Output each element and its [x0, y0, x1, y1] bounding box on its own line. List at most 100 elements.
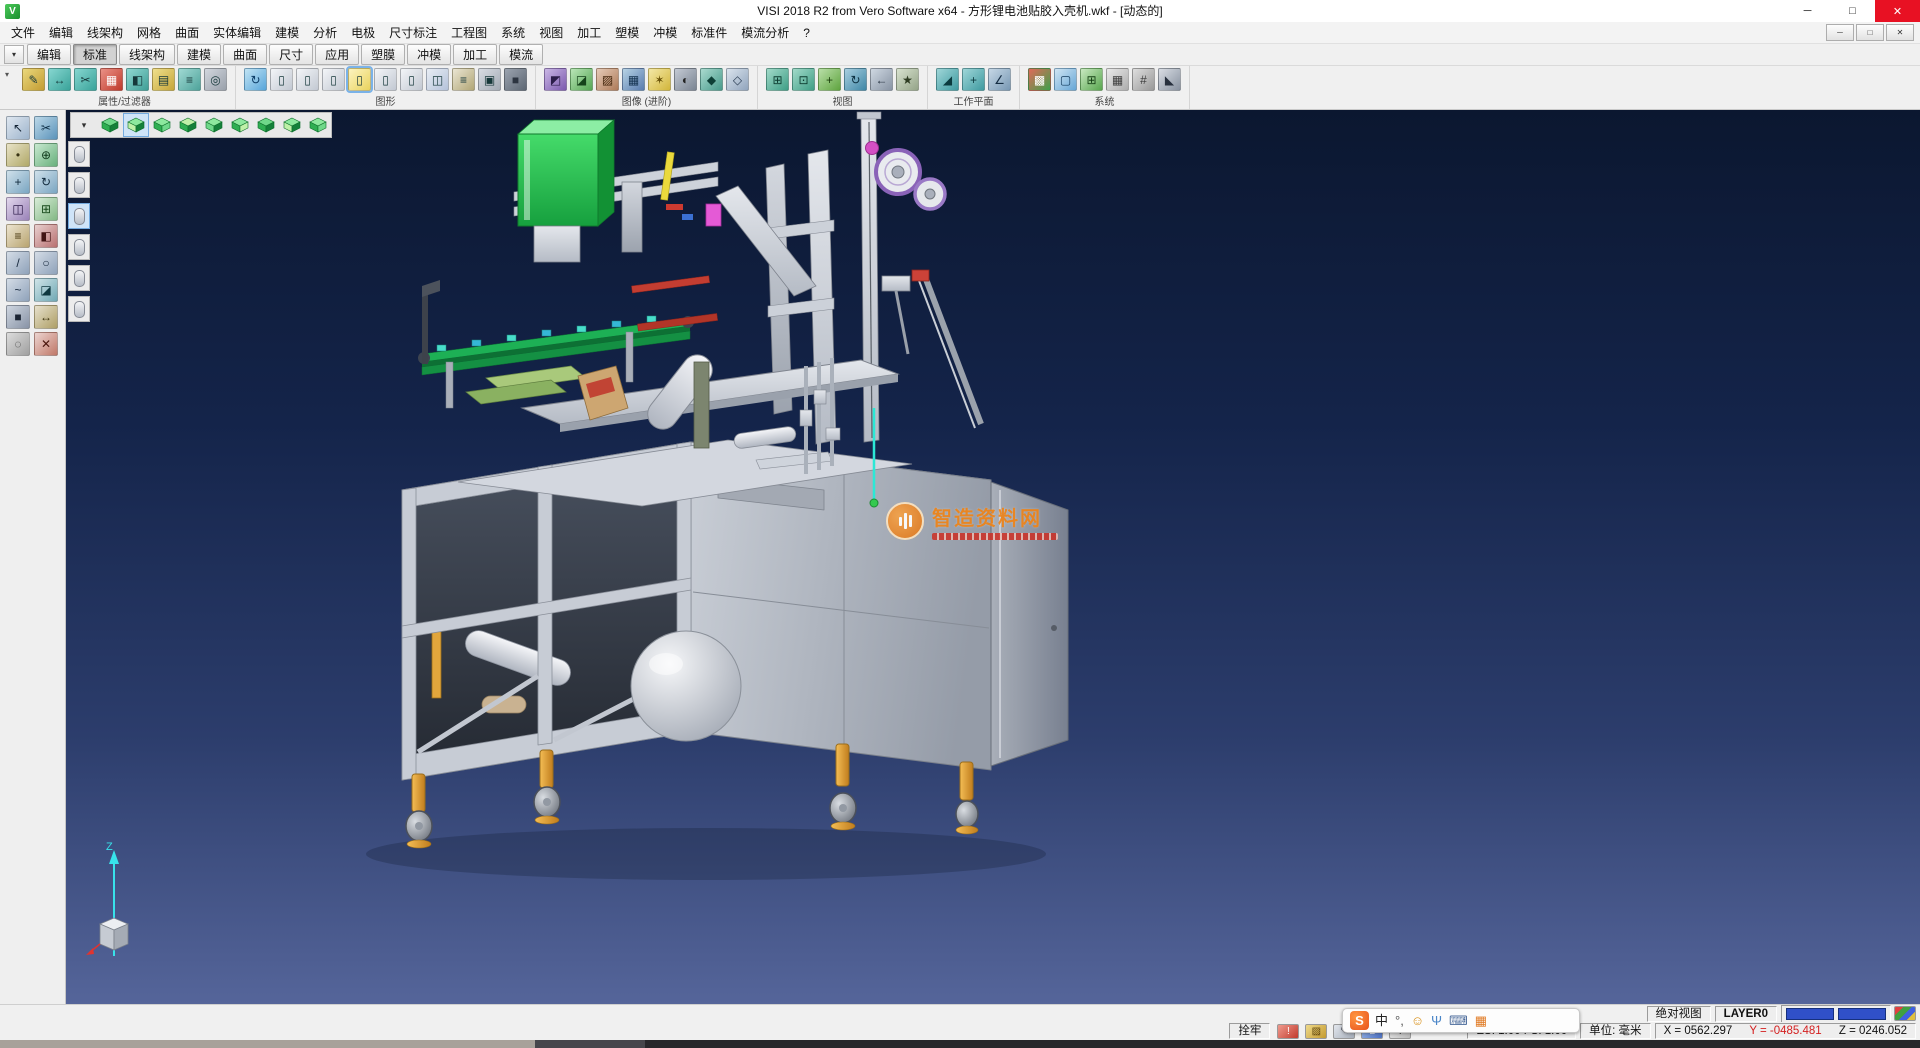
stack-icon[interactable]: ≡	[452, 68, 475, 91]
view-top-icon[interactable]	[124, 114, 148, 136]
view-front-icon[interactable]	[150, 114, 174, 136]
sogou-logo-icon[interactable]: S	[1350, 1011, 1369, 1030]
menu-item-9[interactable]: 尺寸标注	[382, 22, 444, 43]
tab-5[interactable]: 尺寸	[269, 44, 313, 65]
filter-cut-icon[interactable]: ✂	[74, 68, 97, 91]
tab-10[interactable]: 模流	[499, 44, 543, 65]
texture-icon[interactable]: ▦	[622, 68, 645, 91]
filter-yellow-icon[interactable]: ▤	[152, 68, 175, 91]
select-body-icon[interactable]	[68, 234, 90, 260]
menu-item-6[interactable]: 建模	[268, 22, 306, 43]
minimize-button[interactable]: ─	[1785, 0, 1830, 22]
ime-emoji-icon[interactable]: ☺	[1411, 1014, 1424, 1027]
color-swatches[interactable]	[1781, 1005, 1891, 1023]
menu-item-10[interactable]: 工程图	[444, 22, 494, 43]
trim-icon[interactable]: ✂	[34, 116, 58, 140]
ime-mic-icon[interactable]: Ψ	[1431, 1014, 1442, 1027]
rotate-icon[interactable]: ↻	[34, 170, 58, 194]
array-icon[interactable]: ⊞	[34, 197, 58, 221]
mdi-close-button[interactable]: ✕	[1886, 24, 1914, 41]
select-all-icon[interactable]	[68, 296, 90, 322]
capsule-3-icon[interactable]: ▯	[322, 68, 345, 91]
tab-8[interactable]: 冲模	[407, 44, 451, 65]
tab-1[interactable]: 标准	[73, 44, 117, 65]
view-mode-label[interactable]: 绝对视图	[1647, 1006, 1711, 1022]
menu-item-18[interactable]: ?	[796, 24, 817, 42]
toolbar-overflow-button[interactable]: ▾	[0, 66, 14, 109]
select-face-icon[interactable]	[68, 203, 90, 229]
section-icon[interactable]: ◆	[700, 68, 723, 91]
menu-item-3[interactable]: 网格	[130, 22, 168, 43]
monitor-icon[interactable]: ▢	[1054, 68, 1077, 91]
mdi-minimize-button[interactable]: ─	[1826, 24, 1854, 41]
view-iso-icon[interactable]	[98, 114, 122, 136]
solid-icon[interactable]: ■	[6, 305, 30, 329]
redraw-icon[interactable]: ★	[896, 68, 919, 91]
box-light-icon[interactable]: ▣	[478, 68, 501, 91]
menu-item-16[interactable]: 标准件	[684, 22, 734, 43]
maximize-button[interactable]: □	[1830, 0, 1875, 22]
box-dark-icon[interactable]: ■	[504, 68, 527, 91]
shade-purple-icon[interactable]: ◩	[544, 68, 567, 91]
view-right-icon[interactable]	[228, 114, 252, 136]
capsule-active-icon[interactable]: ▯	[348, 68, 371, 91]
select-edge-icon[interactable]	[68, 172, 90, 198]
mdi-restore-button[interactable]: □	[1856, 24, 1884, 41]
paint-icon[interactable]: ◧	[34, 224, 58, 248]
menu-item-12[interactable]: 视图	[532, 22, 570, 43]
capsule-5-icon[interactable]: ▯	[400, 68, 423, 91]
tab-6[interactable]: 应用	[315, 44, 359, 65]
capsule-4-icon[interactable]: ▯	[374, 68, 397, 91]
filter-settings-icon[interactable]: ◎	[204, 68, 227, 91]
layer-color-swatch-2[interactable]	[1838, 1008, 1886, 1020]
menu-item-11[interactable]: 系统	[494, 22, 532, 43]
filter-element-icon[interactable]: ◧	[126, 68, 149, 91]
tab-overflow-button[interactable]: ▾	[4, 45, 24, 64]
palette-icon[interactable]: ▩	[1028, 68, 1051, 91]
workplane-icon[interactable]: ◢	[936, 68, 959, 91]
circle-icon[interactable]: ○	[34, 251, 58, 275]
grid-green-icon[interactable]: ⊞	[1080, 68, 1103, 91]
layers-icon[interactable]: ≡	[6, 224, 30, 248]
capsule-1-icon[interactable]: ▯	[270, 68, 293, 91]
filter-red-icon[interactable]: ▦	[100, 68, 123, 91]
select-vertex-icon[interactable]	[68, 141, 90, 167]
workplane-angle-icon[interactable]: ∠	[988, 68, 1011, 91]
shadow-icon[interactable]: ◐	[674, 68, 697, 91]
close-button[interactable]: ✕	[1875, 0, 1920, 22]
point-icon[interactable]: •	[6, 143, 30, 167]
zoom-window-icon[interactable]: ⊡	[792, 68, 815, 91]
status-palette-icon[interactable]: ▨	[1305, 1024, 1327, 1039]
ime-mode-icon[interactable]: 中	[1375, 1014, 1388, 1027]
workplane-new-icon[interactable]: +	[962, 68, 985, 91]
zoom-all-icon[interactable]: ⊞	[766, 68, 789, 91]
status-warn-icon[interactable]: !	[1277, 1024, 1299, 1039]
display-color-icon[interactable]	[1894, 1006, 1916, 1021]
line-icon[interactable]: /	[6, 251, 30, 275]
capsule-marked-icon[interactable]: ◫	[426, 68, 449, 91]
view-bottom-icon[interactable]	[254, 114, 278, 136]
attribute-edit-icon[interactable]: ✎	[22, 68, 45, 91]
ime-toolbox-icon[interactable]: ▦	[1475, 1014, 1487, 1027]
select-arrow-icon[interactable]: ↖	[6, 116, 30, 140]
ime-keyboard-icon[interactable]: ⌨	[1449, 1014, 1468, 1027]
active-layer-label[interactable]: LAYER0	[1715, 1006, 1777, 1022]
erase-icon[interactable]: ✕	[34, 332, 58, 356]
snap-grid-icon[interactable]: #	[1132, 68, 1155, 91]
tab-3[interactable]: 建模	[177, 44, 221, 65]
menu-item-17[interactable]: 模流分析	[734, 22, 796, 43]
select-group-icon[interactable]	[68, 265, 90, 291]
view-back-icon[interactable]	[176, 114, 200, 136]
pan-view-icon[interactable]: +	[818, 68, 841, 91]
light-icon[interactable]: ✶	[648, 68, 671, 91]
curve-icon[interactable]: ~	[6, 278, 30, 302]
view-iso-rear-icon[interactable]	[280, 114, 304, 136]
table-icon[interactable]: ▦	[1106, 68, 1129, 91]
mirror-icon[interactable]: ◫	[6, 197, 30, 221]
dimension-icon[interactable]: ↔	[34, 305, 58, 329]
view-axon-icon[interactable]	[306, 114, 330, 136]
menu-item-14[interactable]: 塑模	[608, 22, 646, 43]
tab-2[interactable]: 线架构	[119, 44, 175, 65]
refresh-view-icon[interactable]: ↻	[244, 68, 267, 91]
ime-punct-icon[interactable]: °,	[1395, 1014, 1404, 1027]
